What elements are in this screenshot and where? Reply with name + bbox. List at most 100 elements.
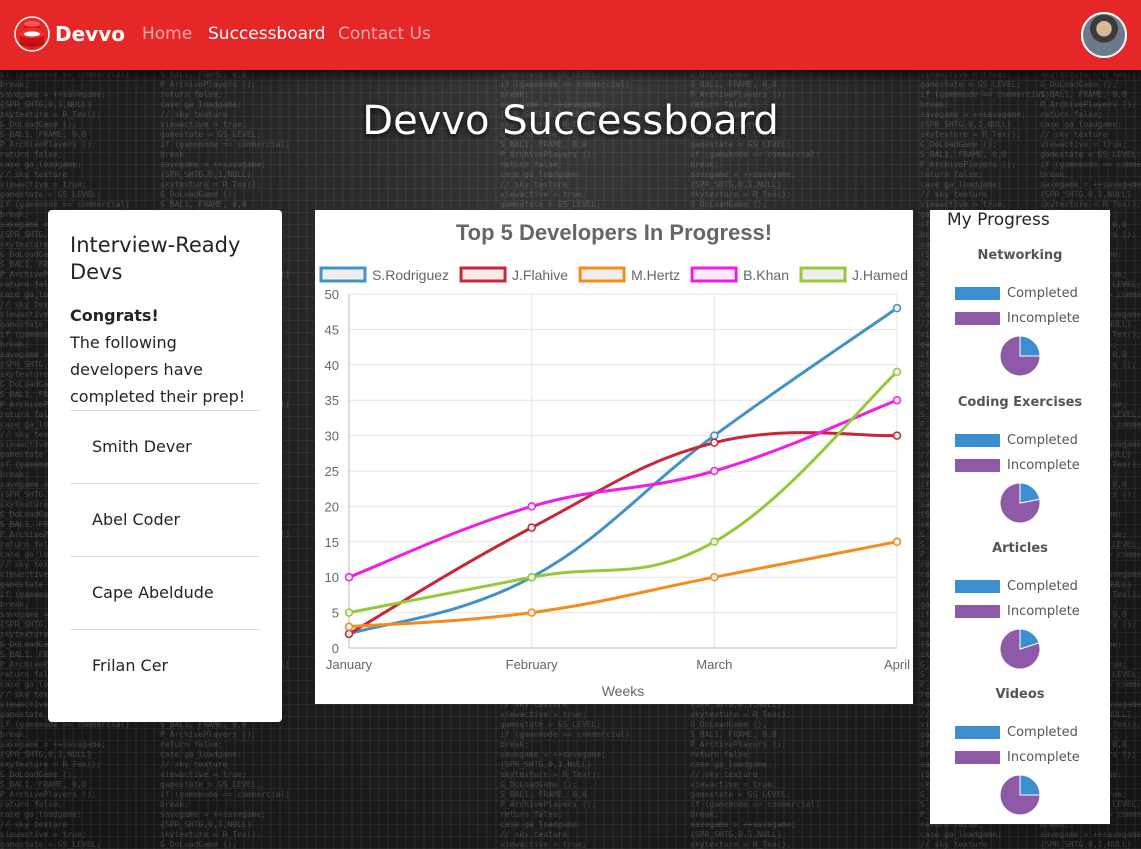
developer-list-item: Smith Dever (70, 411, 260, 484)
data-point (527, 523, 536, 532)
progress-section-title: Videos (995, 687, 1045, 702)
series-line (348, 431, 898, 636)
legend-incomplete-label: Incomplete (1007, 458, 1080, 473)
x-tick-label: February (506, 657, 559, 672)
legend-completed: Completed (955, 579, 1078, 594)
data-point (892, 431, 902, 440)
congrats-heading: Congrats! (70, 306, 159, 325)
legend-swatch (799, 266, 847, 283)
developer-list: Smith Dever Abel Coder Cape Abeldude Fri… (70, 410, 260, 702)
x-tick-label: January (326, 657, 373, 672)
y-tick-label: 10 (325, 570, 339, 585)
y-tick-label: 50 (325, 287, 339, 302)
legend-swatch (459, 266, 507, 283)
congrats-message: Congrats! The following developers have … (70, 302, 260, 410)
progress-section-title: Articles (992, 541, 1048, 556)
data-point (527, 572, 536, 582)
progress-line-chart: Top 5 Developers In Progress! S.Rodriguez… (319, 220, 910, 699)
data-point (710, 431, 719, 440)
page-title: Devvo Successboard (362, 98, 779, 144)
data-point (710, 438, 719, 447)
x-tick-label: April (884, 657, 910, 672)
data-point (344, 629, 354, 639)
data-point (344, 572, 354, 582)
data-point (344, 622, 354, 632)
data-point (892, 367, 902, 377)
devvo-logo-icon[interactable] (14, 16, 50, 52)
data-point (710, 572, 719, 582)
my-progress-title: My Progress (947, 210, 1050, 230)
y-tick-label: 25 (325, 464, 339, 479)
legend-incomplete-label: Incomplete (1007, 311, 1080, 326)
data-point (527, 608, 536, 617)
legend-completed-label: Completed (1007, 579, 1078, 594)
nav-link-contact-us[interactable]: Contact Us (338, 24, 431, 44)
legend-completed-label: Completed (1007, 433, 1078, 448)
legend-incomplete: Incomplete (955, 750, 1080, 765)
x-axis-label: Weeks (602, 683, 645, 699)
my-progress-card: My Progress Networking Completed Incomplet… (930, 210, 1110, 824)
legend-swatch-incomplete (955, 751, 1000, 764)
legend-label: S.Rodriguez (372, 267, 449, 283)
navbar: Devvo Home Successboard Contact Us (0, 0, 1141, 70)
developer-list-item: Frilan Cer (92, 656, 169, 675)
legend-swatch (690, 266, 738, 283)
legend-incomplete-label: Incomplete (1007, 750, 1080, 765)
data-point (710, 537, 719, 547)
nav-link-home[interactable]: Home (142, 24, 192, 44)
progress-section-title: Coding Exercises (957, 395, 1083, 410)
legend-swatch-incomplete (955, 459, 1000, 472)
data-point (892, 303, 902, 313)
legend-swatch (319, 266, 367, 283)
legend-incomplete: Incomplete (955, 604, 1080, 619)
developer-list-item: Abel Coder (70, 484, 260, 557)
progress-pie-chart (999, 774, 1041, 816)
pie-slice-completed (1019, 482, 1041, 504)
legend-incomplete: Incomplete (955, 458, 1080, 473)
progress-pie-chart (999, 628, 1041, 670)
user-avatar[interactable] (1081, 12, 1127, 58)
progress-pie-chart (999, 482, 1041, 524)
data-point (892, 537, 902, 547)
x-tick-label: March (696, 657, 732, 672)
interview-ready-title: Interview-Ready Devs (70, 233, 241, 284)
legend-swatch-completed (955, 287, 1000, 300)
pie-slice-completed (1019, 774, 1041, 796)
data-point (527, 502, 536, 511)
legend-swatch-completed (955, 580, 1000, 593)
legend-swatch-incomplete (955, 605, 1000, 618)
y-tick-label: 0 (332, 641, 339, 656)
y-tick-label: 20 (325, 499, 339, 514)
legend-completed: Completed (955, 725, 1078, 740)
legend-label: J.Hamed (852, 267, 908, 283)
congrats-text: The following developers have completed … (70, 333, 246, 406)
y-tick-label: 30 (325, 429, 339, 444)
legend-swatch (578, 266, 626, 283)
interview-ready-card: Interview-Ready Devs Congrats! The follo… (48, 210, 282, 722)
legend-label: B.Khan (743, 267, 789, 283)
legend-swatch-incomplete (955, 312, 1000, 325)
brand-name[interactable]: Devvo (55, 22, 125, 46)
legend-completed: Completed (955, 286, 1078, 301)
y-tick-label: 5 (332, 606, 339, 621)
progress-section-title: Networking (977, 248, 1063, 263)
legend-incomplete: Incomplete (955, 311, 1080, 326)
data-point (344, 608, 354, 617)
y-tick-label: 45 (325, 322, 339, 337)
series-line (348, 370, 899, 615)
legend-completed: Completed (955, 433, 1078, 448)
legend-swatch-completed (955, 434, 1000, 447)
pie-slice-completed (1019, 335, 1041, 357)
legend-swatch-completed (955, 726, 1000, 739)
legend-completed-label: Completed (1007, 286, 1078, 301)
data-point (710, 466, 719, 476)
developer-list-item: Cape Abeldude (70, 557, 260, 630)
legend-completed-label: Completed (1007, 725, 1078, 740)
progress-pie-chart (999, 335, 1041, 377)
series-line (348, 398, 898, 579)
chart-title: Top 5 Developers In Progress! (456, 220, 772, 245)
progress-chart-card: Top 5 Developers In Progress! S.Rodriguez… (315, 210, 913, 704)
y-tick-label: 40 (325, 358, 339, 373)
nav-link-successboard[interactable]: Successboard (208, 24, 326, 44)
data-point (892, 395, 902, 405)
